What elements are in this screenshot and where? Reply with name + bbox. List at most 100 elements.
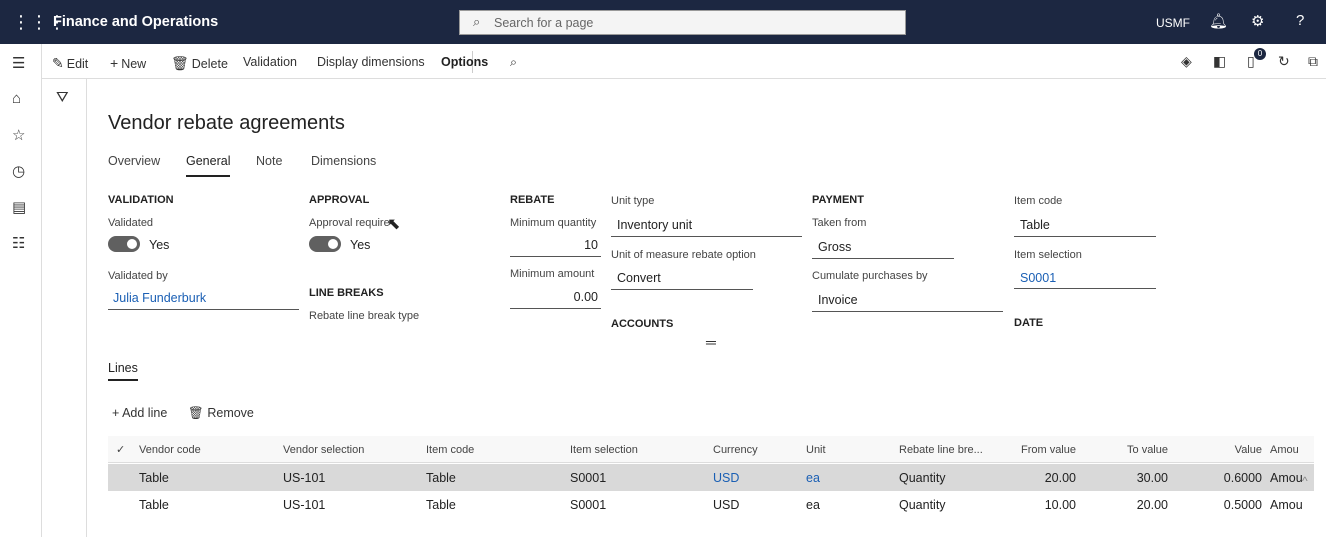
validation-button[interactable]: Validation — [243, 55, 297, 69]
col-item-code[interactable]: Item code — [426, 444, 474, 456]
approval-required-label: Approval require — [309, 217, 390, 229]
select-all-checkmark-icon[interactable]: ✓ — [116, 443, 125, 456]
col-rebate-line-break[interactable]: Rebate line bre... — [899, 444, 983, 456]
cell-vendor-selection[interactable]: US-101 — [283, 471, 325, 485]
col-vendor-selection[interactable]: Vendor selection — [283, 444, 364, 456]
cell-item-selection[interactable]: S0001 — [570, 471, 606, 485]
open-new-window-icon[interactable]: ⧉ — [1308, 53, 1318, 70]
cell-vendor-code[interactable]: Table — [139, 471, 169, 485]
remove-label: Remove — [207, 406, 254, 420]
date-heading: DATE — [1014, 317, 1044, 329]
item-code-label: Item code — [1014, 195, 1063, 207]
cell-amount[interactable]: Amou — [1270, 471, 1304, 485]
col-unit[interactable]: Unit — [806, 444, 826, 456]
lines-tab[interactable]: Lines — [108, 361, 138, 381]
uom-rebate-option-field[interactable]: Convert — [617, 271, 661, 285]
home-icon[interactable]: ⌂ — [12, 90, 21, 107]
options-tab[interactable]: Options — [441, 55, 488, 69]
workspaces-icon[interactable]: ▤ — [12, 198, 26, 216]
col-item-selection[interactable]: Item selection — [570, 444, 638, 456]
cell-currency[interactable]: USD — [713, 471, 739, 485]
filter-icon[interactable]: ⛛ — [56, 89, 69, 106]
cell-unit[interactable]: ea — [806, 498, 820, 512]
col-vendor-code[interactable]: Vendor code — [139, 444, 201, 456]
app-title[interactable]: Finance and Operations — [53, 14, 218, 30]
cell-to-value[interactable]: 30.00 — [1098, 471, 1168, 485]
diamond-icon[interactable]: ◈ — [1181, 53, 1192, 70]
new-button[interactable]: + New — [110, 55, 146, 71]
unit-type-label: Unit type — [611, 195, 655, 207]
office-icon[interactable]: ◧ — [1213, 53, 1226, 70]
minimum-amount-underline — [510, 308, 601, 309]
table-row[interactable]: Table US-101 Table S0001 USD ea Quantity… — [108, 491, 1314, 518]
cell-from-value[interactable]: 10.00 — [998, 498, 1076, 512]
cell-vendor-selection[interactable]: US-101 — [283, 498, 325, 512]
bell-icon[interactable]: 🔔︎ — [1209, 12, 1228, 30]
tab-note[interactable]: Note — [256, 154, 282, 168]
delete-button[interactable]: 🗑︎ Delete — [171, 55, 228, 72]
plus-icon: + — [112, 406, 123, 420]
trash-icon: 🗑︎ — [171, 55, 189, 71]
unit-type-field[interactable]: Inventory unit — [617, 218, 692, 232]
minimum-quantity-label: Minimum quantity — [510, 217, 597, 229]
cell-item-code[interactable]: Table — [426, 471, 456, 485]
accounts-heading: ACCOUNTS — [611, 318, 674, 330]
cumulate-purchases-label: Cumulate purchases by — [812, 270, 928, 282]
edit-button[interactable]: ✎ Edit — [52, 55, 88, 72]
cell-amount[interactable]: Amou — [1270, 498, 1304, 512]
line-breaks-heading: LINE BREAKS — [309, 287, 384, 299]
item-selection-field[interactable]: S0001 — [1020, 271, 1056, 285]
tab-dimensions[interactable]: Dimensions — [311, 154, 376, 168]
validated-toggle[interactable] — [108, 236, 140, 252]
action-search-icon[interactable]: ⌕ — [510, 55, 517, 70]
delete-label: Delete — [191, 57, 228, 71]
cell-vendor-code[interactable]: Table — [139, 498, 169, 512]
refresh-icon[interactable]: ↻ — [1278, 53, 1290, 70]
validated-value: Yes — [149, 238, 170, 252]
help-icon[interactable]: ? — [1296, 12, 1304, 29]
hamburger-menu-icon[interactable]: ☰ — [12, 54, 25, 72]
col-from-value[interactable]: From value — [998, 444, 1076, 456]
modules-list-icon[interactable]: ☷ — [12, 234, 25, 252]
minimum-quantity-field[interactable]: 10 — [510, 238, 598, 252]
cell-value[interactable]: 0.5000 — [1198, 498, 1262, 512]
col-to-value[interactable]: To value — [1098, 444, 1168, 456]
cell-to-value[interactable]: 20.00 — [1098, 498, 1168, 512]
cell-currency[interactable]: USD — [713, 498, 739, 512]
search-box[interactable]: ⌕ Search for a page — [459, 10, 906, 35]
company-selector[interactable]: USMF — [1156, 16, 1190, 30]
col-currency[interactable]: Currency — [713, 444, 758, 456]
cell-item-code[interactable]: Table — [426, 498, 456, 512]
gear-icon[interactable]: ⚙ — [1251, 12, 1264, 30]
pencil-icon: ✎ — [52, 55, 64, 71]
recent-clock-icon[interactable]: ◷ — [12, 162, 25, 180]
favorites-star-icon[interactable]: ☆ — [12, 126, 25, 144]
tab-general[interactable]: General — [186, 154, 231, 177]
col-amount[interactable]: Amou — [1270, 444, 1304, 456]
display-dimensions-button[interactable]: Display dimensions — [317, 55, 425, 69]
validated-by-label: Validated by — [108, 270, 168, 282]
col-value[interactable]: Value — [1198, 444, 1262, 456]
rebate-line-break-type-label: Rebate line break type — [309, 310, 420, 322]
cell-rebate-line-break[interactable]: Quantity — [899, 471, 946, 485]
remove-button[interactable]: 🗑︎ Remove — [188, 406, 254, 421]
cell-item-selection[interactable]: S0001 — [570, 498, 606, 512]
cell-unit[interactable]: ea — [806, 471, 820, 485]
cell-rebate-line-break[interactable]: Quantity — [899, 498, 946, 512]
splitter-handle-icon[interactable]: ═ — [706, 334, 716, 350]
cell-value[interactable]: 0.6000 — [1198, 471, 1262, 485]
add-line-button[interactable]: + Add line — [112, 406, 167, 420]
cumulate-purchases-underline — [812, 311, 1003, 312]
table-row[interactable]: Table US-101 Table S0001 USD ea Quantity… — [108, 464, 1314, 491]
minimum-quantity-underline — [510, 256, 601, 257]
tab-overview[interactable]: Overview — [108, 154, 160, 168]
validated-by-field[interactable]: Julia Funderburk — [113, 291, 206, 305]
payment-heading: PAYMENT — [812, 194, 864, 206]
item-code-field[interactable]: Table — [1020, 218, 1050, 232]
cell-from-value[interactable]: 20.00 — [998, 471, 1076, 485]
minimum-amount-field[interactable]: 0.00 — [510, 290, 598, 304]
taken-from-field[interactable]: Gross — [818, 240, 851, 254]
scroll-up-chevron-icon[interactable]: ^ — [1302, 474, 1308, 488]
cumulate-purchases-field[interactable]: Invoice — [818, 293, 858, 307]
approval-required-toggle[interactable] — [309, 236, 341, 252]
